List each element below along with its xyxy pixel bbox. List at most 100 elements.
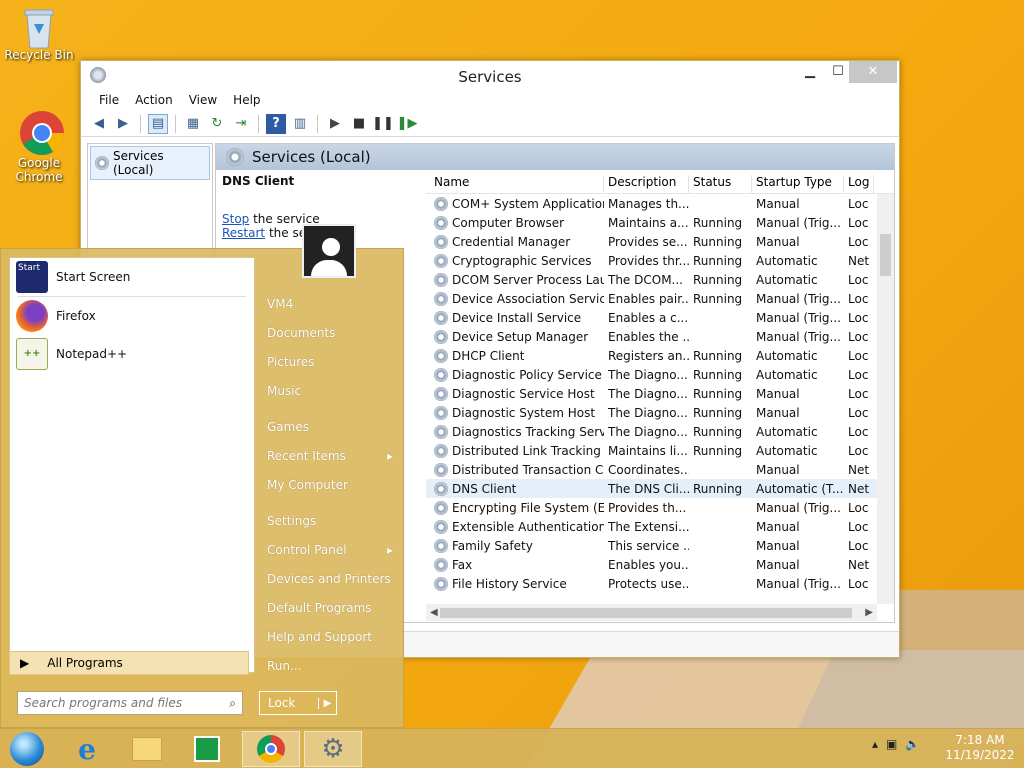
menu-file[interactable]: File	[91, 91, 127, 111]
table-row[interactable]: Encrypting File System (EFS) Provides th.…	[426, 498, 894, 517]
user-avatar[interactable]	[302, 224, 356, 278]
start-right-documents[interactable]: Documents	[259, 318, 401, 347]
table-row[interactable]: DCOM Server Process Laun... The DCOM... Ru…	[426, 270, 894, 289]
cell-name: Device Install Service	[426, 310, 604, 325]
start-right-run[interactable]: Run...	[259, 651, 401, 680]
start-tile-text: Start	[18, 263, 40, 273]
chevron-up-icon[interactable]: ▴	[872, 737, 878, 751]
table-row[interactable]: DHCP Client Registers an... Running Automat…	[426, 346, 894, 365]
taskbar-services[interactable]: ⚙	[304, 731, 362, 767]
start-right-control-panel[interactable]: Control Panel ▸	[259, 535, 401, 564]
start-right-help-and-support[interactable]: Help and Support	[259, 622, 401, 651]
table-row[interactable]: Cryptographic Services Provides thr... Run…	[426, 251, 894, 270]
back-arrow-icon[interactable]: ◀	[89, 114, 109, 134]
start-right-devices-and-printers[interactable]: Devices and Printers	[259, 564, 401, 593]
lock-button[interactable]: Lock ▶	[259, 691, 337, 715]
start-right-pictures[interactable]: Pictures	[259, 347, 401, 376]
tree-node-services-local[interactable]: Services (Local)	[90, 146, 210, 180]
scroll-thumb[interactable]	[880, 234, 891, 276]
cell-startup-type: Automatic (T...	[756, 481, 844, 496]
cell-status: Running	[693, 291, 743, 306]
table-row[interactable]: Diagnostic Policy Service The Diagno... Ru…	[426, 365, 894, 384]
column-log-on-as[interactable]: Log	[844, 175, 874, 193]
restart-service-link[interactable]: Restart	[222, 226, 265, 240]
scroll-left-icon[interactable]: ◀	[430, 607, 438, 618]
forward-arrow-icon[interactable]: ▶	[113, 114, 133, 134]
search-icon[interactable]: ⌕	[229, 696, 236, 711]
search-box[interactable]: Search programs and files ⌕	[17, 691, 243, 715]
close-button[interactable]: ✕	[849, 61, 897, 83]
column-name[interactable]: Name	[426, 175, 604, 193]
stop-service-icon[interactable]: ■	[349, 114, 369, 134]
column-description[interactable]: Description	[604, 175, 689, 193]
all-programs-button[interactable]: ▶ All Programs	[9, 651, 249, 675]
column-startup-type[interactable]: Startup Type	[752, 175, 844, 193]
cell-status: Running	[693, 481, 743, 496]
menu-help[interactable]: Help	[225, 91, 268, 111]
menu-action[interactable]: Action	[127, 91, 181, 111]
table-row[interactable]: File History Service Protects use... Manua…	[426, 574, 894, 593]
chrome-icon	[257, 735, 285, 763]
table-row[interactable]: Device Install Service Enables a c... Manu…	[426, 308, 894, 327]
table-row[interactable]: Device Setup Manager Enables the ... Manua…	[426, 327, 894, 346]
column-status[interactable]: Status	[689, 175, 752, 193]
table-row[interactable]: DNS Client The DNS Cli... Running Automatic…	[426, 479, 894, 498]
stop-service-link[interactable]: Stop	[222, 212, 249, 226]
restart-service-icon[interactable]: ❚▶	[397, 114, 418, 134]
help-icon[interactable]: ?	[266, 113, 286, 134]
start-item-firefox[interactable]: Firefox	[10, 297, 254, 335]
vertical-scrollbar[interactable]	[877, 194, 894, 604]
start-item-start-screen[interactable]: Start Start Screen	[10, 258, 254, 296]
start-right-games[interactable]: Games	[259, 412, 401, 441]
scroll-thumb[interactable]	[440, 608, 852, 618]
start-right-vm4[interactable]: VM4	[259, 289, 401, 318]
start-service-icon[interactable]: ▶	[325, 114, 345, 134]
horizontal-scrollbar[interactable]: ◀ ▶	[426, 604, 877, 621]
menu-view[interactable]: View	[181, 91, 225, 111]
desktop-icon-google-chrome[interactable]: Google Chrome	[3, 110, 75, 184]
network-icon[interactable]: ▣	[886, 737, 897, 751]
table-row[interactable]: Computer Browser Maintains a... Running Man…	[426, 213, 894, 232]
title-bar[interactable]: Services ▁ ☐ ✕	[81, 61, 899, 91]
table-row[interactable]: Diagnostic System Host The Diagno... Runni…	[426, 403, 894, 422]
properties-icon[interactable]: ▦	[183, 114, 203, 134]
desktop-icon-recycle-bin[interactable]: Recycle Bin	[3, 6, 75, 62]
export-list-icon[interactable]: ⇥	[231, 114, 251, 134]
taskbar-internet-explorer[interactable]: e	[58, 731, 116, 767]
table-row[interactable]: Distributed Transaction Co... Coordinates…	[426, 460, 894, 479]
start-right-recent-items[interactable]: Recent Items ▸	[259, 441, 401, 470]
table-row[interactable]: Diagnostics Tracking Service The Diagno..…	[426, 422, 894, 441]
clock[interactable]: 7:18 AM 11/19/2022	[940, 733, 1020, 763]
show-hide-tree-icon[interactable]: ▤	[148, 113, 168, 134]
table-row[interactable]: Family Safety This service ... Manual Loc	[426, 536, 894, 555]
toolbar-divider	[258, 114, 259, 133]
refresh-icon[interactable]: ↻	[207, 114, 227, 134]
start-right-settings[interactable]: Settings	[259, 506, 401, 535]
table-row[interactable]: Distributed Link Tracking Cl... Maintains…	[426, 441, 894, 460]
volume-icon[interactable]: 🔈	[905, 737, 920, 751]
table-row[interactable]: Device Association Service Enables pair..…	[426, 289, 894, 308]
table-row[interactable]: Extensible Authentication P... The Extens…	[426, 517, 894, 536]
taskbar-file-explorer[interactable]	[118, 731, 176, 767]
cell-startup-type: Manual	[756, 405, 800, 420]
start-right-default-programs[interactable]: Default Programs	[259, 593, 401, 622]
table-row[interactable]: COM+ System Application Manages th... Manu…	[426, 194, 894, 213]
pause-service-icon[interactable]: ❚❚	[372, 114, 394, 134]
table-row[interactable]: Diagnostic Service Host The Diagno... Runn…	[426, 384, 894, 403]
cell-description: The DCOM...	[608, 272, 683, 287]
taskbar-store[interactable]	[178, 731, 236, 767]
start-right-music[interactable]: Music	[259, 376, 401, 405]
table-row[interactable]: Credential Manager Provides se... Running M…	[426, 232, 894, 251]
taskbar-chrome[interactable]	[242, 731, 300, 767]
action-pane-icon[interactable]: ▥	[290, 114, 310, 134]
start-button[interactable]	[0, 731, 54, 767]
cell-name: Family Safety	[426, 538, 604, 553]
cell-startup-type: Manual (Trig...	[756, 215, 841, 230]
scroll-right-icon[interactable]: ▶	[865, 607, 873, 618]
chevron-right-icon: ▸	[386, 448, 393, 463]
start-right-my-computer[interactable]: My Computer	[259, 470, 401, 499]
start-item-notepad-plus-plus[interactable]: ++ Notepad++	[10, 335, 254, 373]
table-row[interactable]: Fax Enables you... Manual Net	[426, 555, 894, 574]
start-right-label: Default Programs	[267, 600, 372, 615]
caret-right-icon[interactable]: ▶	[318, 697, 336, 709]
